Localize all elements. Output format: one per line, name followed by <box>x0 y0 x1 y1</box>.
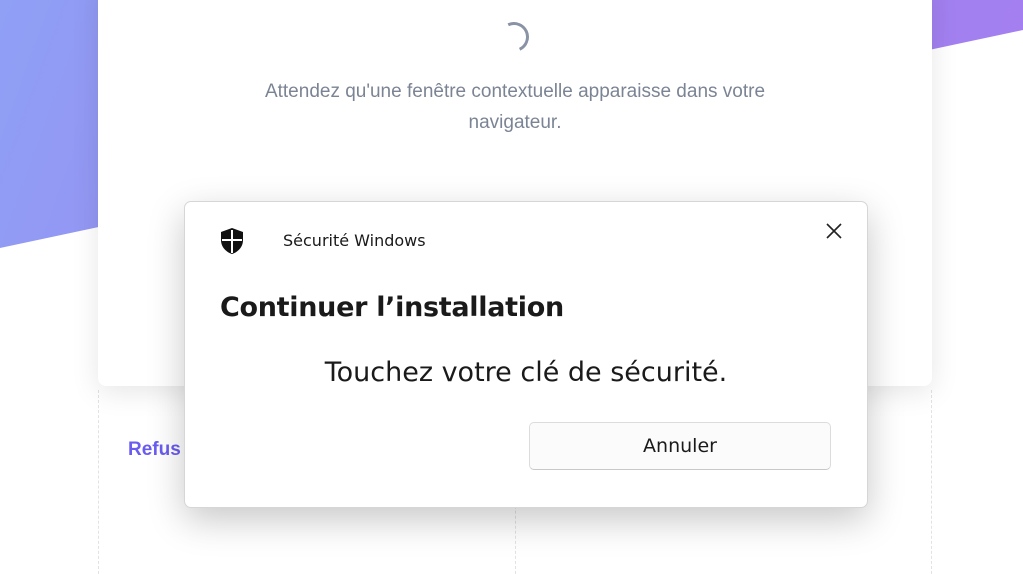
dashed-guide-right <box>931 390 932 574</box>
wait-message: Attendez qu'une fenêtre contextuelle app… <box>264 81 766 133</box>
loading-spinner-icon <box>494 17 534 57</box>
cancel-button[interactable]: Annuler <box>529 422 831 470</box>
close-icon <box>826 223 842 239</box>
dialog-message: Touchez votre clé de sécurité. <box>324 357 728 388</box>
windows-security-dialog: Sécurité Windows Continuer l’installatio… <box>184 201 868 508</box>
dialog-app-title: Sécurité Windows <box>283 231 426 250</box>
dashed-guide-left <box>98 390 99 574</box>
refuse-link[interactable]: Refus <box>128 439 181 461</box>
close-button[interactable] <box>821 218 847 244</box>
shield-icon <box>221 228 243 254</box>
dialog-heading: Continuer l’installation <box>220 292 564 323</box>
